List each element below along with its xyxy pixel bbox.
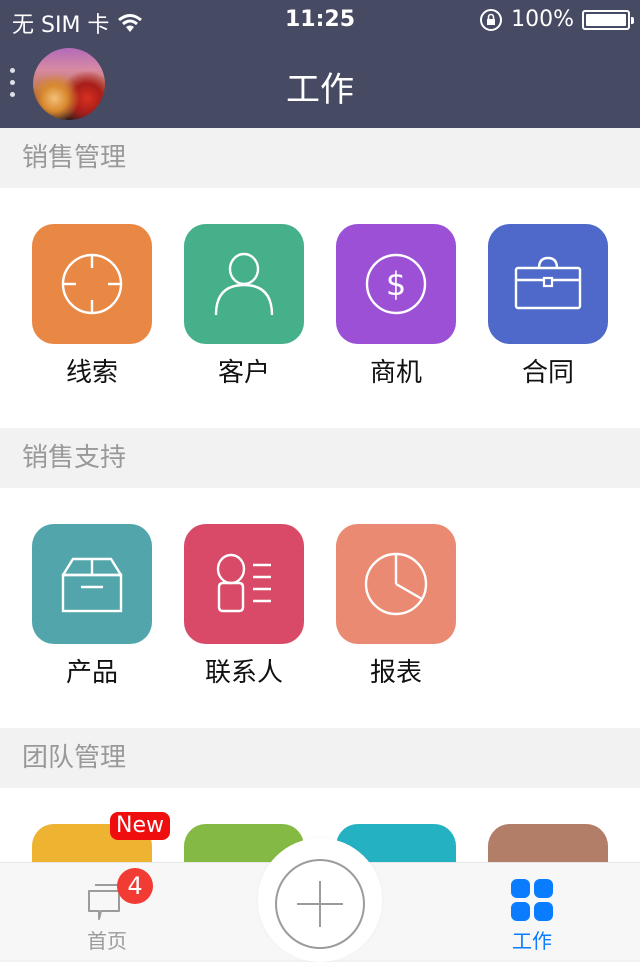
tab-label-work: 工作 xyxy=(512,929,552,953)
section-sales-support: 产品 联系人 报表 xyxy=(0,488,640,728)
tile-products[interactable]: 产品 xyxy=(32,524,152,689)
tile-label: 产品 xyxy=(65,658,118,688)
battery-percent: 100% xyxy=(511,7,574,32)
new-badge: New xyxy=(110,812,170,840)
grid-icon xyxy=(511,879,553,921)
tile-label: 线索 xyxy=(65,358,118,388)
briefcase-icon xyxy=(514,256,582,310)
tile-contracts[interactable]: 合同 xyxy=(488,224,608,389)
contact-card-icon xyxy=(216,553,271,613)
tile-label: 报表 xyxy=(369,658,422,688)
page-title: 工作 xyxy=(286,70,354,110)
unread-count-badge: 4 xyxy=(117,868,153,904)
plus-icon xyxy=(297,881,343,927)
section-header-sales-management: 销售管理 xyxy=(0,128,640,188)
dollar-coin-icon: $ xyxy=(365,253,427,315)
tile-opportunities[interactable]: $ 商机 xyxy=(336,224,456,389)
status-bar: 无 SIM 卡 11:25 100% xyxy=(0,0,640,40)
tab-label-home: 首页 xyxy=(87,929,127,953)
tile-label: 客户 xyxy=(217,358,270,388)
tile-label: 合同 xyxy=(521,358,574,388)
tile-leads[interactable]: 线索 xyxy=(32,224,152,389)
tile-contacts[interactable]: 联系人 xyxy=(184,524,304,689)
tile-label: 商机 xyxy=(369,358,422,388)
add-button-circle[interactable] xyxy=(275,859,365,949)
svg-text:$: $ xyxy=(386,265,406,303)
tab-work[interactable]: 工作 xyxy=(472,879,592,954)
tile-customers[interactable]: 客户 xyxy=(184,224,304,389)
tile-label: 联系人 xyxy=(204,658,283,688)
add-button[interactable] xyxy=(258,838,382,962)
nav-bar: 工作 xyxy=(0,40,640,128)
person-icon xyxy=(214,252,274,316)
target-icon xyxy=(61,253,123,315)
rotation-lock-icon xyxy=(480,8,503,31)
section-sales-management: 线索 客户 $ 商机 合同 xyxy=(0,188,640,428)
box-icon xyxy=(61,557,123,613)
tile-reports[interactable]: 报表 xyxy=(336,524,456,689)
pie-chart-icon xyxy=(364,552,428,616)
battery-icon xyxy=(582,9,634,30)
section-header-team-management: 团队管理 xyxy=(0,728,640,788)
section-header-sales-support: 销售支持 xyxy=(0,428,640,488)
